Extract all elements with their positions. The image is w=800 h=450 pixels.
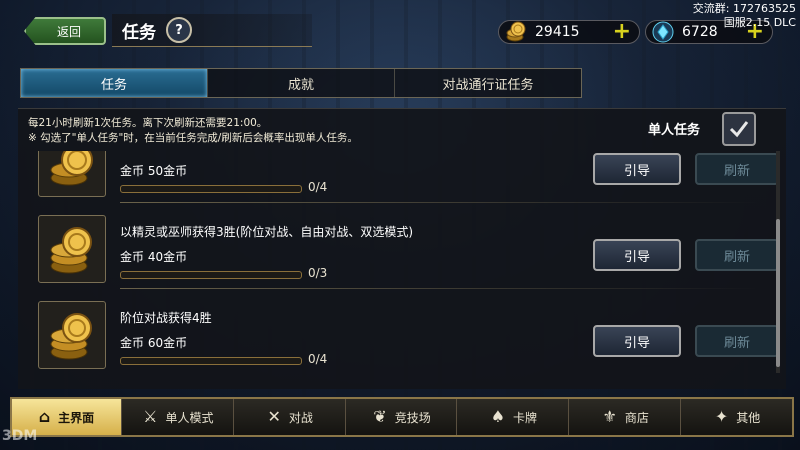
task-reward: 金币 50金币	[120, 164, 188, 178]
nav-other[interactable]: ✦ 其他	[683, 399, 792, 435]
divider	[120, 202, 760, 203]
tab-battle-pass-tasks[interactable]: 对战通行证任务	[395, 69, 581, 97]
task-progress-bar	[120, 185, 302, 193]
task-reward: 金币 60金币	[120, 336, 188, 350]
laurel-icon: ❦	[373, 407, 387, 426]
nav-arena[interactable]: ❦ 竞技场	[348, 399, 458, 435]
nav-label: 对战	[288, 410, 313, 425]
nav-battle[interactable]: ✕ 对战	[236, 399, 346, 435]
page-title: 任务	[122, 22, 156, 43]
nav-shop[interactable]: ⚜ 商店	[571, 399, 682, 435]
task-progress-text: 0/4	[308, 352, 328, 366]
back-button-label: 返回	[56, 24, 81, 39]
scroll-thumb[interactable]	[776, 219, 780, 367]
task-row: 以精灵或巫师获得3胜(阶位对战、自由对战、双选模式) 金币 40金币 0/3 引…	[38, 215, 778, 289]
task-progress-text: 0/4	[308, 180, 328, 194]
refresh-button[interactable]: 刷新	[695, 325, 778, 357]
solo-task-checkbox[interactable]	[722, 112, 756, 146]
task-name: 阶位对战获得4胜	[120, 311, 212, 325]
guide-button[interactable]: 引导	[593, 239, 681, 271]
bottom-nav: ⌂ 主界面 ⚔ 单人模式 ✕ 对战 ❦ 竞技场 ♠ 卡牌 ⚜ 商店 ✦ 其他	[10, 397, 794, 437]
divider	[120, 288, 760, 289]
guide-button[interactable]: 引导	[593, 153, 681, 185]
crystal-icon	[650, 19, 676, 45]
help-button[interactable]: ?	[166, 17, 192, 43]
task-reward: 金币 40金币	[120, 250, 188, 264]
back-button[interactable]: 返回	[24, 17, 106, 45]
nav-label: 主界面	[58, 410, 95, 425]
nav-label: 商店	[624, 410, 649, 425]
checkmark-icon	[729, 121, 749, 138]
refresh-notice: 每21小时刷新1次任务。离下次刷新还需要21:00。	[28, 117, 268, 129]
task-progress-text: 0/3	[308, 266, 328, 280]
gold-reward-icon	[38, 301, 106, 369]
task-progress-bar	[120, 357, 302, 365]
gold-coin-icon	[503, 19, 529, 45]
title-bar: 任务 ?	[112, 14, 312, 47]
task-row: 金币 50金币 0/4 引导 刷新	[38, 151, 778, 203]
task-panel: 每21小时刷新1次任务。离下次刷新还需要21:00。 ※ 勾选了"单人任务"时，…	[18, 108, 786, 389]
gold-reward-icon	[38, 151, 106, 197]
solo-task-label: 单人任务	[648, 123, 701, 138]
nav-label: 竞技场	[394, 410, 431, 425]
nav-solo[interactable]: ⚔ 单人模式	[124, 399, 234, 435]
cards-icon: ♠	[490, 407, 506, 426]
home-icon: ⌂	[38, 407, 51, 426]
nav-cards[interactable]: ♠ 卡牌	[459, 399, 570, 435]
guide-button[interactable]: 引导	[593, 325, 681, 357]
tab-achievements[interactable]: 成就	[208, 69, 395, 97]
add-gold-button[interactable]: +	[613, 21, 631, 43]
nav-label: 单人模式	[165, 410, 214, 425]
gold-amount: 29415	[535, 24, 580, 40]
version-text: 国服2.15 DLC	[723, 16, 796, 29]
sword-icon: ⚔	[143, 407, 158, 426]
tab-bar: 任务 成就 对战通行证任务	[20, 68, 582, 98]
tab-tasks[interactable]: 任务	[21, 69, 208, 97]
scrollbar[interactable]	[776, 151, 780, 373]
crossed-swords-icon: ✕	[267, 407, 281, 426]
refresh-button[interactable]: 刷新	[695, 153, 778, 185]
task-name: 以精灵或巫师获得3胜(阶位对战、自由对战、双选模式)	[120, 225, 414, 239]
solo-notice: ※ 勾选了"单人任务"时，在当前任务完成/刷新后会概率出现单人任务。	[28, 132, 358, 144]
task-progress-bar	[120, 271, 302, 279]
task-row: 阶位对战获得4胜 金币 60金币 0/4 引导 刷新	[38, 301, 778, 371]
refresh-button[interactable]: 刷新	[695, 239, 778, 271]
nav-label: 其他	[736, 410, 761, 425]
task-list: 金币 50金币 0/4 引导 刷新 以精灵或巫师获得3胜(阶位对战、自由对战、双…	[18, 151, 778, 389]
gold-reward-icon	[38, 215, 106, 283]
shop-icon: ⚜	[602, 407, 617, 426]
gold-counter: 29415 +	[498, 20, 640, 44]
more-icon: ✦	[714, 407, 729, 426]
watermark: 3DM	[2, 428, 38, 444]
nav-label: 卡牌	[513, 410, 538, 425]
